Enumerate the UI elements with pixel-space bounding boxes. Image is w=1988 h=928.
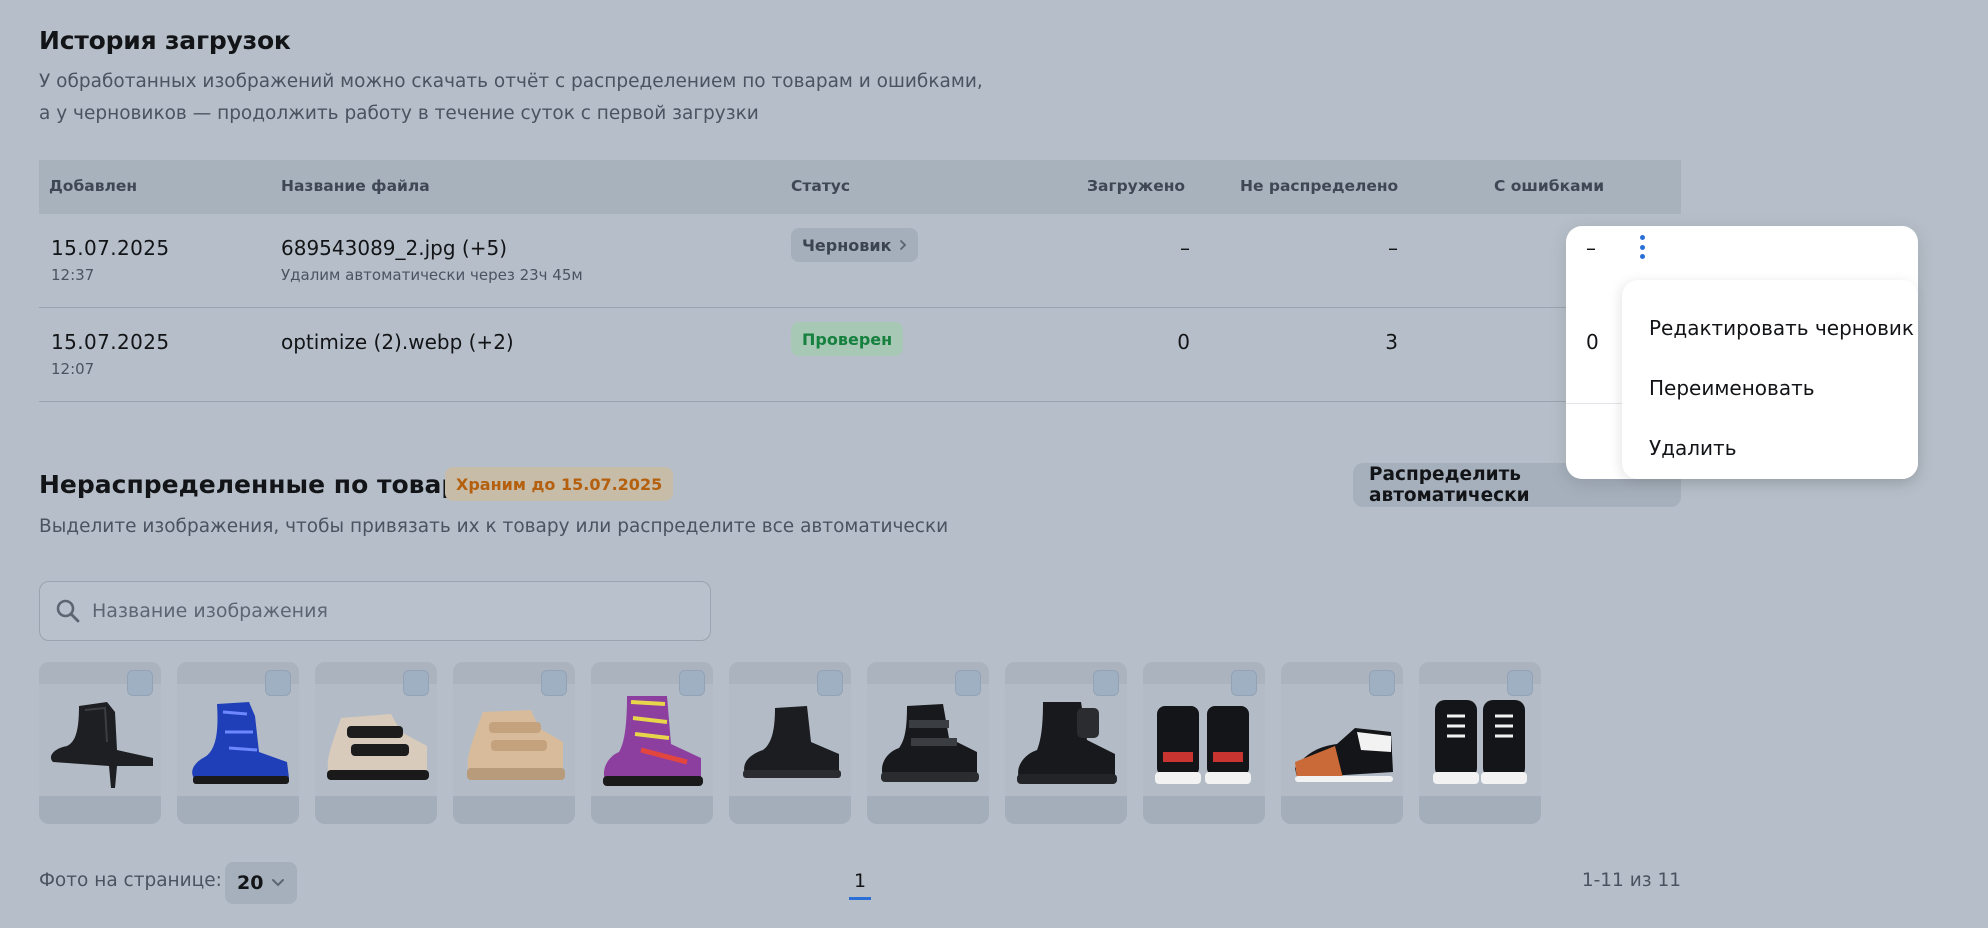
black-pouch-combat-boot-icon	[1017, 702, 1117, 784]
image-tile[interactable]	[39, 662, 161, 824]
row-uploaded: –	[1180, 236, 1190, 260]
actions-menu: Редактировать черновик Переименовать Уда…	[1622, 280, 1918, 479]
row-filename: 689543089_2.jpg (+5)	[281, 236, 507, 260]
more-actions-icon[interactable]	[1632, 233, 1652, 261]
search-box	[39, 581, 711, 641]
table-header: Добавлен Название файла Статус Загружено…	[39, 160, 1681, 214]
image-tile[interactable]	[1005, 662, 1127, 824]
menu-item-edit-draft[interactable]: Редактировать черновик	[1622, 298, 1918, 358]
row-errors-value: –	[1586, 236, 1596, 260]
per-page-value: 20	[237, 872, 264, 894]
chevron-right-icon	[900, 240, 907, 250]
image-tile[interactable]	[591, 662, 713, 824]
col-uploaded: Загружено	[1087, 177, 1186, 195]
chevron-down-icon	[272, 879, 285, 887]
image-tile[interactable]	[729, 662, 851, 824]
black-buckle-boot-icon	[881, 704, 979, 782]
per-page-label: Фото на странице:	[39, 870, 222, 891]
row-unassigned: 3	[1385, 330, 1398, 354]
row-uploaded: 0	[1177, 330, 1190, 354]
image-tile[interactable]	[315, 662, 437, 824]
history-subtitle-line1: У обработанных изображений можно скачать…	[39, 71, 983, 92]
image-tile[interactable]	[1281, 662, 1403, 824]
search-input[interactable]	[92, 600, 692, 622]
table-row[interactable]: 15.07.2025 12:37 689543089_2.jpg (+5) Уд…	[39, 214, 1681, 308]
status-label: Проверен	[802, 329, 893, 349]
black-heeled-ankle-boot-icon	[50, 702, 153, 788]
image-tile[interactable]	[177, 662, 299, 824]
image-tile[interactable]	[867, 662, 989, 824]
graffiti-lace-up-boot-icon	[603, 696, 703, 786]
search-icon	[56, 599, 80, 623]
per-page-select[interactable]: 20	[225, 862, 298, 904]
unassigned-hint: Выделите изображения, чтобы привязать их…	[39, 516, 949, 537]
history-subtitle: У обработанных изображений можно скачать…	[39, 66, 1139, 130]
keep-until-badge: Храним до 15.07.2025	[445, 467, 674, 501]
col-added: Добавлен	[49, 177, 138, 195]
row-unassigned: –	[1388, 236, 1398, 260]
col-unassigned: Не распределено	[1240, 177, 1399, 195]
blue-metallic-boot-icon	[192, 702, 289, 784]
col-filename: Название файла	[281, 177, 430, 195]
status-badge-draft[interactable]: Черновик	[791, 228, 919, 262]
row-date: 15.07.2025	[51, 236, 170, 260]
beige-black-velcro-shoe-icon	[327, 714, 429, 780]
col-status: Статус	[791, 177, 851, 195]
image-grid	[39, 662, 1541, 824]
black-high-top-sneakers-back-icon	[1155, 706, 1251, 784]
menu-item-delete[interactable]: Удалить	[1622, 418, 1918, 478]
unassigned-title: Нераспределенные по товарам	[39, 470, 497, 499]
row-time: 12:37	[51, 266, 95, 284]
black-chelsea-boot-icon	[743, 706, 841, 778]
history-title: История загрузок	[39, 26, 291, 55]
pagination-active-indicator	[849, 897, 871, 900]
image-tile[interactable]	[453, 662, 575, 824]
status-badge-verified: Проверен	[791, 322, 904, 356]
row-autodelete-note: Удалим автоматически через 23ч 45м	[281, 266, 583, 284]
black-high-top-sneakers-front-icon	[1433, 700, 1527, 784]
table-row[interactable]: 15.07.2025 12:07 optimize (2).webp (+2) …	[39, 308, 1681, 402]
history-subtitle-line2: а у черновиков — продолжить работу в теч…	[39, 103, 759, 124]
row-errors-value: 0	[1586, 330, 1599, 354]
gold-velcro-boot-icon	[467, 710, 565, 780]
pagination-page[interactable]: 1	[849, 870, 871, 892]
status-label: Черновик	[802, 235, 892, 255]
history-table: Добавлен Название файла Статус Загружено…	[39, 160, 1681, 402]
divider	[1566, 403, 1622, 404]
black-high-top-sneaker-side-icon	[1295, 728, 1393, 782]
image-tile[interactable]	[1419, 662, 1541, 824]
row-filename: optimize (2).webp (+2)	[281, 330, 514, 354]
menu-item-rename[interactable]: Переименовать	[1622, 358, 1918, 418]
row-date: 15.07.2025	[51, 330, 170, 354]
row-time: 12:07	[51, 360, 95, 378]
pagination-range: 1-11 из 11	[1581, 870, 1681, 891]
col-errors: С ошибками	[1494, 177, 1605, 195]
image-tile[interactable]	[1143, 662, 1265, 824]
